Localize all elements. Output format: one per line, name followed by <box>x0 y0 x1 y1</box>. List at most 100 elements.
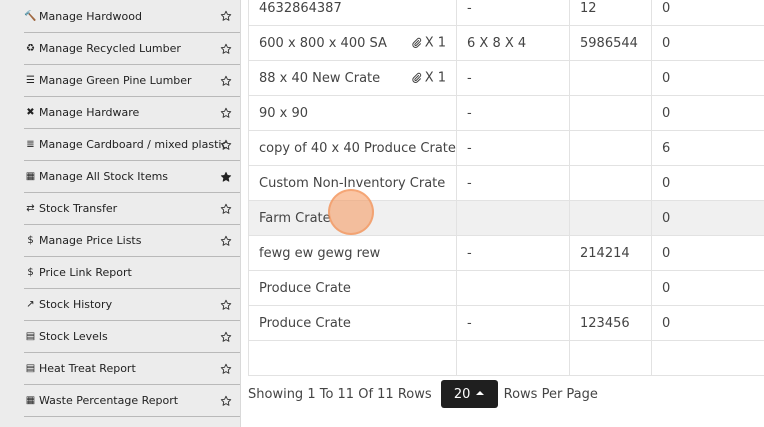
cell-qty-text: 0 <box>662 280 671 296</box>
line-chart-icon: ↗ <box>26 299 35 310</box>
empty-cell <box>248 341 456 375</box>
list-icon: ≣ <box>26 139 35 150</box>
star-outline-icon[interactable] <box>220 107 232 119</box>
table-row[interactable]: 4632864387 - 12 0 <box>248 0 764 26</box>
sidebar-item-label: Manage Hardware <box>39 106 140 119</box>
sidebar-item-label: Manage All Stock Items <box>39 170 169 183</box>
star-outline-icon[interactable] <box>220 395 232 407</box>
cell-code-text: 12 <box>580 1 597 16</box>
sidebar-item-manage-green-pine-lumber[interactable]: ☰ Manage Green Pine Lumber <box>24 65 240 97</box>
cell-size-text: - <box>467 70 472 86</box>
table-row[interactable]: copy of 40 x 40 Produce Crate - 6 <box>248 131 764 166</box>
sidebar-item-manage-recycled-lumber[interactable]: ♻ Manage Recycled Lumber <box>24 33 240 65</box>
cell-name: 600 x 800 x 400 SA X 1 <box>248 26 456 60</box>
rows-per-page-select[interactable]: 20 <box>440 380 498 408</box>
cell-qty: 0 <box>651 201 764 235</box>
sidebar-item-manage-all-stock-items[interactable]: ▦ Manage All Stock Items <box>24 161 240 193</box>
main-content: 4632864387 - 12 0 600 x 800 x 400 SA X 1 6 X 8… <box>248 0 764 427</box>
sidebar-item-label: Stock Levels <box>39 330 108 343</box>
table-row[interactable]: Produce Crate 0 <box>248 271 764 306</box>
sidebar-item-manage-hardware[interactable]: ✖ Manage Hardware <box>24 97 240 129</box>
pagination-summary: Showing 1 To 11 Of 11 Rows <box>248 386 432 402</box>
sidebar-item-label: Manage Recycled Lumber <box>39 42 181 55</box>
cell-name-text: Produce Crate <box>259 280 351 296</box>
sidebar-item-label: Manage Price Lists <box>39 234 142 247</box>
sidebar-item-waste-percentage-report[interactable]: ▦ Waste Percentage Report <box>24 385 240 417</box>
stock-items-table: 4632864387 - 12 0 600 x 800 x 400 SA X 1 6 X 8… <box>248 0 764 376</box>
file-icon: ▤ <box>25 331 36 342</box>
sidebar-item-label: Stock Transfer <box>39 202 118 215</box>
cell-name: 90 x 90 <box>248 96 456 130</box>
sidebar-item-heat-treat-report[interactable]: ▤ Heat Treat Report <box>24 353 240 385</box>
sidebar-item-label: Stock History <box>39 298 113 311</box>
star-outline-icon[interactable] <box>220 203 232 215</box>
table-row-empty <box>248 341 764 376</box>
sidebar-menu: 🔨 Manage Hardwood ♻ Manage Recycled Lumber ☰… <box>24 0 240 417</box>
attachment-count[interactable]: X 1 <box>411 71 446 86</box>
cell-code: 214214 <box>569 236 651 270</box>
cell-qty-text: 0 <box>662 1 671 16</box>
cell-name: 88 x 40 New Crate X 1 <box>248 61 456 95</box>
sidebar-item-label: Heat Treat Report <box>39 362 136 375</box>
sidebar-item-manage-hardwood[interactable]: 🔨 Manage Hardwood <box>24 0 240 33</box>
sidebar-item-label: Price Link Report <box>39 266 132 279</box>
sidebar-item-stock-history[interactable]: ↗ Stock History <box>24 289 240 321</box>
cell-size: - <box>456 166 569 200</box>
cell-code: 12 <box>569 0 651 25</box>
table-row[interactable]: Farm Crate 0 <box>248 201 764 236</box>
cell-qty-text: 6 <box>662 140 671 156</box>
warehouse-icon: ▦ <box>25 171 36 182</box>
cell-qty-text: 0 <box>662 210 671 226</box>
cell-size-text: - <box>467 105 472 121</box>
cell-name: Produce Crate <box>248 271 456 305</box>
star-outline-icon[interactable] <box>220 75 232 87</box>
cell-code-text: 123456 <box>580 315 630 331</box>
cell-code <box>569 166 651 200</box>
table-row[interactable]: fewg ew gewg rew - 214214 0 <box>248 236 764 271</box>
cell-name: 4632864387 <box>248 0 456 25</box>
table-row[interactable]: 90 x 90 - 0 <box>248 96 764 131</box>
star-outline-icon[interactable] <box>220 235 232 247</box>
cell-name-text: 90 x 90 <box>259 105 309 121</box>
cell-size: - <box>456 96 569 130</box>
sidebar-item-stock-levels[interactable]: ▤ Stock Levels <box>24 321 240 353</box>
empty-cell <box>569 341 651 375</box>
sidebar-item-manage-cardboard-mixed-plastic[interactable]: ≣ Manage Cardboard / mixed plastic <box>24 129 240 161</box>
paperclip-icon <box>411 37 422 49</box>
cell-qty: 0 <box>651 26 764 60</box>
attachment-count[interactable]: X 1 <box>411 36 446 51</box>
tools-icon: ✖ <box>26 107 35 118</box>
cell-size-text: - <box>467 140 472 156</box>
rows-per-page-value: 20 <box>453 386 471 402</box>
cell-code: 5986544 <box>569 26 651 60</box>
cell-size <box>456 201 569 235</box>
cell-size: - <box>456 0 569 25</box>
cell-size-text: - <box>467 175 472 191</box>
star-outline-icon[interactable] <box>220 10 232 22</box>
star-filled-icon[interactable] <box>220 171 232 183</box>
star-outline-icon[interactable] <box>220 363 232 375</box>
cell-qty-text: 0 <box>662 245 671 261</box>
sidebar-item-label: Waste Percentage Report <box>39 394 179 407</box>
star-outline-icon[interactable] <box>220 331 232 343</box>
cell-code <box>569 131 651 165</box>
table-row[interactable]: 88 x 40 New Crate X 1 - 0 <box>248 61 764 96</box>
table-row[interactable]: 600 x 800 x 400 SA X 1 6 X 8 X 4 5986544 0 <box>248 26 764 61</box>
star-outline-icon[interactable] <box>220 299 232 311</box>
shuffle-icon: ⇄ <box>26 203 35 214</box>
table-icon: ▦ <box>25 395 36 406</box>
sidebar-item-price-link-report[interactable]: $ Price Link Report <box>24 257 240 289</box>
sidebar-item-label: Manage Hardwood <box>39 9 142 23</box>
cell-size-text: - <box>467 315 472 331</box>
star-outline-icon[interactable] <box>220 139 232 151</box>
star-outline-icon[interactable] <box>220 43 232 55</box>
cell-qty-text: 0 <box>662 175 671 191</box>
table-row[interactable]: Custom Non-Inventory Crate -0 <box>248 166 764 201</box>
sidebar-item-stock-transfer[interactable]: ⇄ Stock Transfer <box>24 193 240 225</box>
cell-qty: 6 <box>651 131 764 165</box>
cell-qty: 0 <box>651 96 764 130</box>
cell-name-text: copy of 40 x 40 Produce Crate <box>259 140 456 156</box>
empty-cell <box>651 341 764 375</box>
table-row[interactable]: Produce Crate - 123456 0 <box>248 306 764 341</box>
sidebar-item-manage-price-lists[interactable]: $ Manage Price Lists <box>24 225 240 257</box>
